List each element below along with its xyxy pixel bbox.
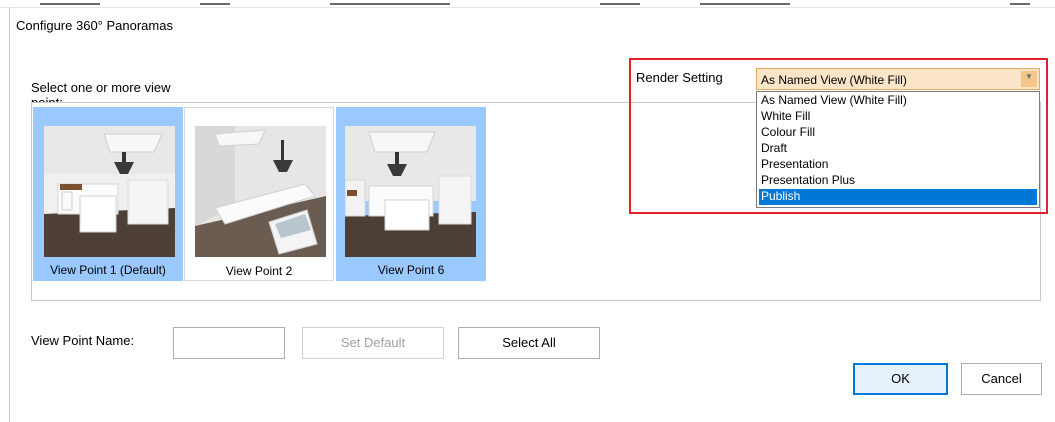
window-left-edge xyxy=(9,7,10,422)
annotation-highlight-box xyxy=(629,58,1048,214)
strip-mark xyxy=(40,3,100,5)
dialog-title: Configure 360° Panoramas xyxy=(16,18,173,33)
view-point-name-label: View Point Name: xyxy=(31,333,135,348)
strip-mark xyxy=(200,3,230,5)
viewpoint-label: View Point 6 xyxy=(377,263,445,277)
viewpoint-tile-6[interactable]: View Point 6 xyxy=(336,107,486,281)
set-default-button[interactable]: Set Default xyxy=(302,327,444,359)
viewpoint-tile-1[interactable]: View Point 1 (Default) xyxy=(33,107,183,281)
viewpoint-tile-2[interactable]: View Point 2 xyxy=(184,107,334,281)
strip-mark xyxy=(1010,3,1030,5)
strip-mark xyxy=(700,3,790,5)
viewpoint-thumbnail xyxy=(195,126,326,257)
window-top-strip xyxy=(0,0,1055,8)
strip-mark xyxy=(330,3,450,5)
cancel-button[interactable]: Cancel xyxy=(961,363,1042,395)
viewpoint-prompt: Select one or more view point: xyxy=(31,80,171,102)
view-point-name-input[interactable] xyxy=(173,327,285,359)
ok-button[interactable]: OK xyxy=(853,363,948,395)
select-all-button[interactable]: Select All xyxy=(458,327,600,359)
viewpoint-thumbnail xyxy=(44,126,175,257)
strip-mark xyxy=(600,3,640,5)
viewpoint-label: View Point 1 (Default) xyxy=(50,263,166,277)
viewpoint-thumbnail xyxy=(345,126,476,257)
viewpoint-label: View Point 2 xyxy=(225,264,293,278)
